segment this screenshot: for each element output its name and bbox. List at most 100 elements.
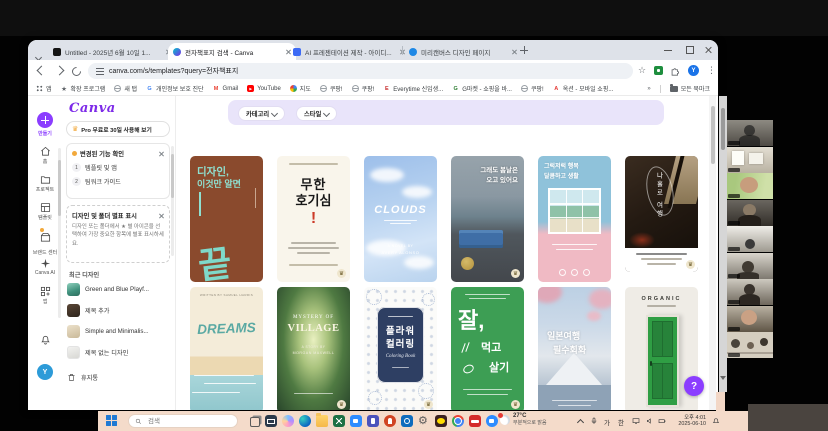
tab-untitled[interactable]: Untitled - 2025년 6월 10일 1... bbox=[48, 43, 176, 60]
whats-new-item-templates[interactable]: 1 템플릿 및 앱 bbox=[72, 163, 164, 172]
trash-button[interactable]: 휴지통 bbox=[67, 368, 171, 386]
participant-video-tile[interactable] bbox=[727, 226, 773, 252]
template-japan-travel-phrases[interactable]: 일본여행 필수회화 bbox=[538, 287, 611, 410]
recent-design-item[interactable]: 제목 없는 디자인 bbox=[67, 343, 171, 361]
user-avatar[interactable]: Y bbox=[37, 364, 53, 380]
dismiss-card-icon[interactable] bbox=[158, 151, 164, 157]
reload-icon[interactable] bbox=[70, 65, 83, 78]
extensions-puzzle-icon[interactable] bbox=[670, 66, 680, 76]
participant-video-tile[interactable] bbox=[727, 306, 773, 332]
recent-design-item[interactable]: Simple and Minimalis... bbox=[67, 322, 171, 340]
panel-scrollbar[interactable] bbox=[171, 146, 174, 256]
window-close-button[interactable] bbox=[704, 46, 712, 54]
notifications-button[interactable] bbox=[28, 334, 62, 345]
search-input[interactable] bbox=[146, 417, 230, 426]
file-explorer-icon[interactable] bbox=[316, 415, 328, 427]
rail-scrollbar[interactable] bbox=[58, 148, 61, 318]
bookmark-youtube[interactable]: ▶YouTube bbox=[247, 85, 281, 92]
tab-canva-active[interactable]: 전자책표지 검색 - Canva bbox=[168, 43, 296, 60]
clip-app-icon[interactable] bbox=[469, 415, 481, 427]
bookmark-coupang-1[interactable]: 쿠팡! bbox=[320, 84, 343, 93]
participant-video-tile[interactable] bbox=[727, 332, 773, 358]
sidebar-item-canva-ai[interactable]: Canva AI bbox=[28, 258, 62, 276]
bookmark-coupang-2[interactable]: 쿠팡! bbox=[352, 84, 375, 93]
canva-logo[interactable]: Canva bbox=[69, 101, 116, 116]
bookmark-coupang-3[interactable]: 쿠팡! bbox=[521, 84, 544, 93]
chrome-icon[interactable] bbox=[452, 415, 464, 427]
microphone-icon[interactable] bbox=[590, 417, 598, 425]
create-design-button[interactable] bbox=[37, 112, 53, 128]
all-bookmarks-button[interactable]: 모든 북마크 bbox=[670, 84, 710, 93]
site-settings-icon[interactable] bbox=[96, 68, 104, 75]
participant-video-tile[interactable] bbox=[727, 147, 773, 173]
template-dreams[interactable]: WRITTEN BY SAMUEL HARRIS DREAMS bbox=[190, 287, 263, 410]
bookmark-maps[interactable]: 지도 bbox=[290, 84, 311, 93]
template-sweet-life[interactable]: 그럭저럭 행복달콤하고 생활 bbox=[538, 156, 611, 282]
forward-icon[interactable] bbox=[55, 66, 65, 76]
background-scrollbar-thumb[interactable] bbox=[721, 108, 725, 150]
back-icon[interactable] bbox=[37, 66, 47, 76]
zoom-meeting-icon[interactable] bbox=[486, 415, 498, 427]
bookmark-auction[interactable]: A옥션 - 모바일 쇼핑... bbox=[553, 84, 614, 93]
tab-ai-presentation[interactable]: AI 프레젠테이션 제작 - 아이디... bbox=[288, 43, 410, 60]
sidebar-item-projects[interactable]: 프로젝트 bbox=[28, 174, 62, 193]
template-design-this-is-all[interactable]: 디자인, 이것만 알면 끝 bbox=[190, 156, 263, 282]
bookmark-new-tab[interactable]: 새 탭 bbox=[114, 84, 137, 93]
notification-bell-icon[interactable] bbox=[712, 417, 720, 425]
zoom-app-icon[interactable] bbox=[350, 415, 362, 427]
taskbar-search[interactable] bbox=[128, 414, 238, 428]
bookmarks-overflow-icon[interactable]: » bbox=[647, 86, 650, 92]
template-mystery-of-village[interactable]: MYSTERY OF VILLAGE A STORY BY MORGAN MAX… bbox=[277, 287, 350, 410]
participant-video-tile[interactable] bbox=[727, 120, 773, 146]
dismiss-card-icon[interactable] bbox=[158, 213, 164, 219]
sidebar-item-apps[interactable]: 앱 bbox=[28, 286, 62, 305]
task-view-icon[interactable] bbox=[250, 417, 260, 427]
sidebar-item-templates[interactable]: 템플릿 bbox=[28, 202, 62, 221]
style-filter-button[interactable]: 스타일 bbox=[296, 106, 337, 121]
sidebar-item-brand-center[interactable]: 브랜드 센터 bbox=[28, 230, 62, 256]
template-eat-well-live-well[interactable]: 잘, 먹고 살기 ♛ bbox=[451, 287, 524, 410]
participant-video-tile[interactable] bbox=[727, 200, 773, 226]
tab-miricanvas[interactable]: 미리캔버스 디자인 페이지 bbox=[404, 43, 522, 60]
template-spring-days[interactable]: 그래도 봄날은오고 있어요 ♛ bbox=[451, 156, 524, 282]
recent-design-item[interactable]: Green and Blue Playf... bbox=[67, 280, 171, 298]
help-button[interactable]: ? bbox=[684, 376, 704, 396]
bookmark-extensions[interactable]: ★확장 프로그램 bbox=[61, 84, 106, 93]
menu-kebab-icon[interactable]: ⋮ bbox=[707, 65, 716, 76]
teams-icon[interactable] bbox=[367, 415, 379, 427]
bookmark-everytime[interactable]: EEverytime 신입생... bbox=[383, 84, 443, 93]
participant-video-tile[interactable] bbox=[727, 279, 773, 305]
battery-icon[interactable] bbox=[658, 417, 666, 425]
excel-icon[interactable] bbox=[333, 415, 345, 427]
bookmark-apps[interactable]: 앱 bbox=[36, 84, 52, 93]
ime-ga[interactable]: 가 bbox=[604, 417, 610, 427]
participant-video-tile[interactable] bbox=[727, 173, 773, 199]
taskbar-clock[interactable]: 오후 4:01 2025-06-10 bbox=[674, 415, 706, 428]
powerpoint-icon[interactable] bbox=[384, 415, 396, 427]
address-bar[interactable]: canva.com/s/templates?query=전자책표지 bbox=[88, 63, 633, 79]
participant-video-tile[interactable] bbox=[727, 253, 773, 279]
template-solo-travel[interactable]: 나홀로 여행 ♛ bbox=[625, 156, 698, 272]
template-infinite-curiosity[interactable]: 무한 호기심 ! ♛ bbox=[277, 156, 350, 282]
outlook-icon[interactable] bbox=[401, 415, 413, 427]
whats-new-item-teamwork[interactable]: 2 팀워크 가이드 bbox=[72, 177, 164, 186]
bookmark-privacy-check[interactable]: G개인정보 보호 진단 bbox=[146, 84, 204, 93]
copilot-icon[interactable] bbox=[282, 415, 294, 427]
kakaotalk-icon[interactable] bbox=[435, 415, 447, 427]
edge-icon[interactable] bbox=[299, 415, 311, 427]
template-flower-coloring[interactable]: 플라워 컬러링 Coloring Book ♛ bbox=[364, 287, 437, 410]
bookmark-star-icon[interactable]: ☆ bbox=[638, 65, 646, 76]
bookmark-gmarket[interactable]: GG마켓 - 쇼핑을 바... bbox=[452, 84, 512, 93]
window-minimize-button[interactable] bbox=[664, 50, 672, 51]
speaker-icon[interactable] bbox=[646, 417, 654, 425]
pro-trial-button[interactable]: ♛ Pro 무료로 30일 사용해 보기 bbox=[66, 121, 170, 137]
template-clouds-novel[interactable]: CLOUDS A NOVEL BY AVERY ALONSO bbox=[364, 156, 437, 282]
bookmark-gmail[interactable]: MGmail bbox=[213, 85, 239, 92]
tray-expand-icon[interactable] bbox=[577, 419, 584, 426]
page-scrollbar-thumb[interactable] bbox=[711, 106, 715, 164]
recent-design-item[interactable]: 제목 추가 bbox=[67, 301, 171, 319]
profile-avatar[interactable]: Y bbox=[688, 65, 699, 76]
sidebar-item-home[interactable]: 홈 bbox=[28, 146, 62, 165]
cast-monitor-icon[interactable] bbox=[632, 417, 640, 425]
tab-close-icon[interactable] bbox=[511, 49, 517, 55]
